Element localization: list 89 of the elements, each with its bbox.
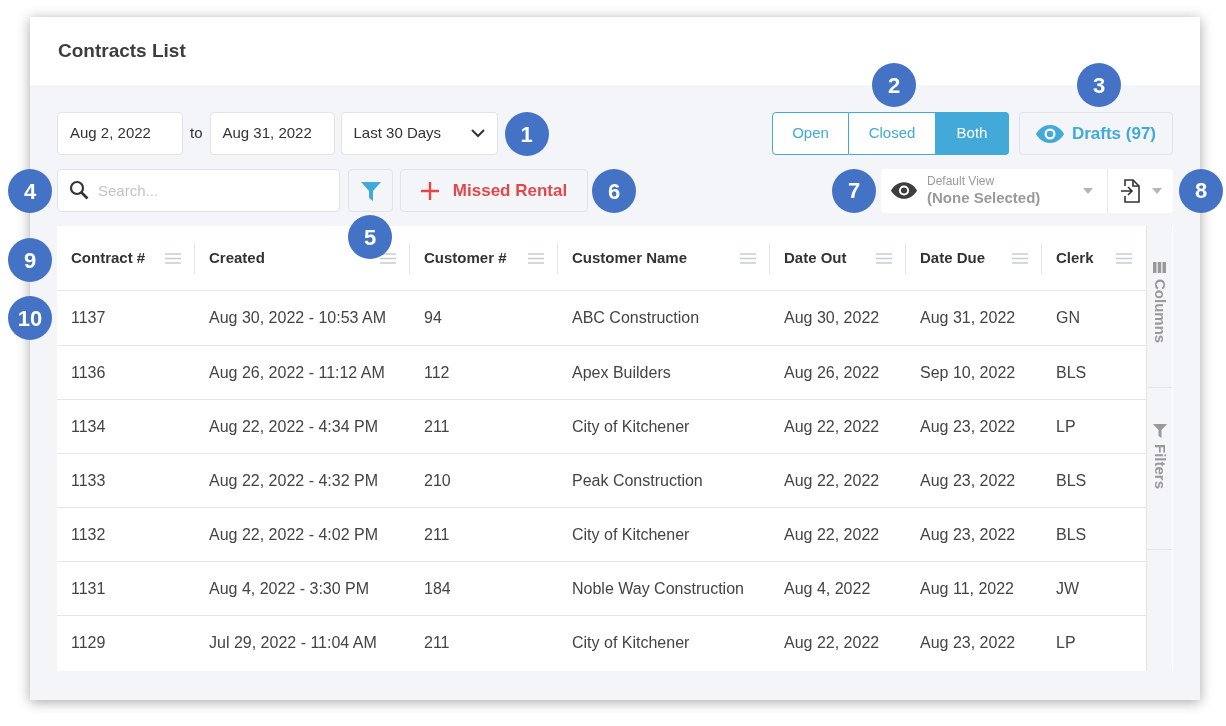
callout-badge: 4 <box>8 169 52 213</box>
table-cell-text: Aug 22, 2022 <box>784 524 880 545</box>
table-cell-text: Noble Way Construction <box>572 578 744 599</box>
table-cell-text: Aug 30, 2022 - 10:53 AM <box>209 308 386 328</box>
table-cell-text: 1136 <box>71 362 106 383</box>
table-cell-text: Aug 11, 2022 <box>920 578 1014 599</box>
table-cell-text: Aug 23, 2022 <box>920 470 1016 491</box>
table-cell-text: Aug 22, 2022 - 4:02 PM <box>209 524 378 545</box>
table-cell-text: Aug 23, 2022 <box>920 416 1016 437</box>
eye-icon <box>891 182 917 199</box>
column-header[interactable]: Date Out <box>784 246 847 270</box>
caret-icon <box>1151 187 1162 194</box>
table-cell-text: Aug 31, 2022 <box>920 308 1016 328</box>
search-field[interactable]: Search... <box>57 169 340 212</box>
page-title: Contracts List <box>58 38 186 63</box>
table-cell-text: Aug 30, 2022 <box>784 308 880 328</box>
filter-icon <box>1152 424 1167 438</box>
table-cell-text: Aug 23, 2022 <box>920 524 1016 545</box>
table-cell-text: Aug 22, 2022 - 4:32 PM <box>209 470 378 491</box>
end-date-field[interactable]: Aug 31, 2022 <box>209 112 335 155</box>
callout-badge: 1 <box>504 112 549 156</box>
table-cell-text: 1129 <box>71 632 106 653</box>
view-value: (None Selected) <box>927 188 1041 208</box>
table-cell-text: BLS <box>1056 524 1087 545</box>
column-header[interactable]: Created <box>209 246 265 270</box>
table-cell-text: GN <box>1056 308 1080 328</box>
table-cell-text: 184 <box>424 578 451 599</box>
callout-badge: 10 <box>8 296 52 340</box>
table-cell-text: City of Kitchener <box>572 416 690 437</box>
table-cell-text: Aug 4, 2022 - 3:30 PM <box>209 578 370 599</box>
table-cell-text: 94 <box>424 308 442 328</box>
table-cell-text: 1132 <box>71 524 106 545</box>
filter-icon <box>359 179 382 202</box>
table-cell-text: JW <box>1056 578 1080 599</box>
callout-badge: 8 <box>1179 168 1223 213</box>
table-cell-text: 210 <box>424 470 451 491</box>
callout-badge: 9 <box>8 238 52 282</box>
start-date-field[interactable]: Aug 2, 2022 <box>57 112 183 155</box>
column-header[interactable]: Date Due <box>920 246 986 270</box>
export-button[interactable] <box>1107 168 1173 213</box>
callout-badge: 5 <box>348 215 392 259</box>
table-cell-text: 1134 <box>71 416 106 437</box>
menu-icon[interactable] <box>380 252 396 264</box>
table-cell-text: 211 <box>424 524 450 545</box>
table-cell-text: Aug 22, 2022 <box>784 470 880 491</box>
table-cell-text: BLS <box>1056 470 1087 491</box>
table-cell-text: LP <box>1056 416 1076 437</box>
table-cell-text: 1137 <box>71 308 106 328</box>
table-cell-text: Aug 26, 2022 - 11:12 AM <box>209 362 385 383</box>
table-cell-text: Aug 22, 2022 <box>784 632 880 653</box>
table-cell-text: City of Kitchener <box>572 632 690 653</box>
search-icon <box>69 180 89 200</box>
table-cell-text: Aug 26, 2022 <box>784 362 880 383</box>
column-header[interactable]: Customer # <box>424 246 507 270</box>
table-cell-text: Aug 4, 2022 <box>784 578 871 599</box>
to-label: to <box>190 123 203 144</box>
table-cell-text: 211 <box>424 632 450 653</box>
table-cell-text: Aug 23, 2022 <box>920 632 1016 653</box>
table-cell-text: Apex Builders <box>572 362 671 383</box>
column-header[interactable]: Contract # <box>71 246 146 270</box>
table-cell-text: Jul 29, 2022 - 11:04 AM <box>209 632 377 653</box>
table-cell-text: LP <box>1056 632 1076 653</box>
table-cell-text: Peak Construction <box>572 470 703 491</box>
table-cell-text: Sep 10, 2022 <box>920 362 1016 383</box>
column-header[interactable]: Clerk <box>1056 246 1094 270</box>
chevron-down-icon <box>470 129 485 138</box>
view-caption: Default View <box>927 173 995 189</box>
table-cell-text: 1133 <box>71 470 106 491</box>
callout-badge: 7 <box>832 168 876 213</box>
plus-icon <box>420 181 439 200</box>
callout-badge: 6 <box>592 169 636 213</box>
columns-icon <box>1153 262 1166 273</box>
eye-icon <box>1035 124 1064 143</box>
date-preset-dropdown[interactable]: Last 30 Days <box>340 112 498 155</box>
table-cell-text: 112 <box>424 362 450 383</box>
file-import-icon <box>1119 178 1140 203</box>
callout-badge: 3 <box>1077 63 1121 107</box>
table-cell-text: 211 <box>424 416 450 437</box>
filter-button[interactable] <box>348 169 393 212</box>
table-cell-text: Aug 22, 2022 <box>784 416 880 437</box>
table-cell-text: 1131 <box>71 578 106 599</box>
callout-badge: 2 <box>872 63 916 107</box>
column-header[interactable]: Customer Name <box>572 246 688 270</box>
table-cell-text: Aug 22, 2022 - 4:34 PM <box>209 416 378 437</box>
missed-rental-button[interactable]: Missed Rental <box>400 169 588 212</box>
table-cell-text: ABC Construction <box>572 308 700 328</box>
table-cell-text: BLS <box>1056 362 1087 383</box>
table-cell-text: City of Kitchener <box>572 524 690 545</box>
caret-icon <box>1083 187 1093 194</box>
